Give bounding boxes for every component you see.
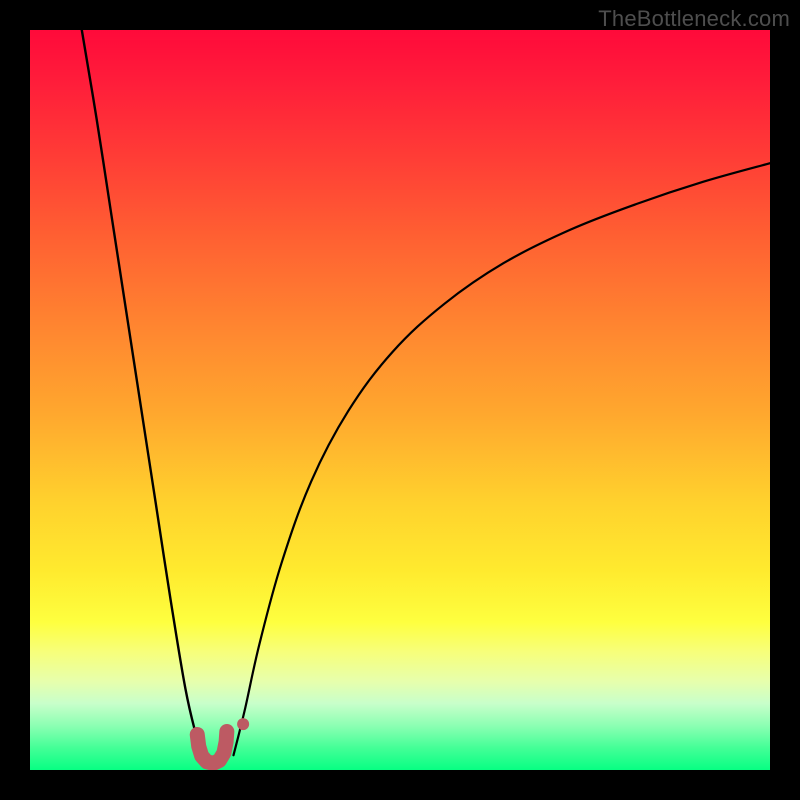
u-shaped-marker xyxy=(197,732,227,764)
small-dot-marker xyxy=(237,718,249,730)
curve-right-arm xyxy=(234,163,771,755)
plot-area xyxy=(30,30,770,770)
watermark-text: TheBottleneck.com xyxy=(598,6,790,32)
chart-frame: TheBottleneck.com xyxy=(0,0,800,800)
curve-left-arm xyxy=(82,30,204,763)
plot-svg xyxy=(30,30,770,770)
